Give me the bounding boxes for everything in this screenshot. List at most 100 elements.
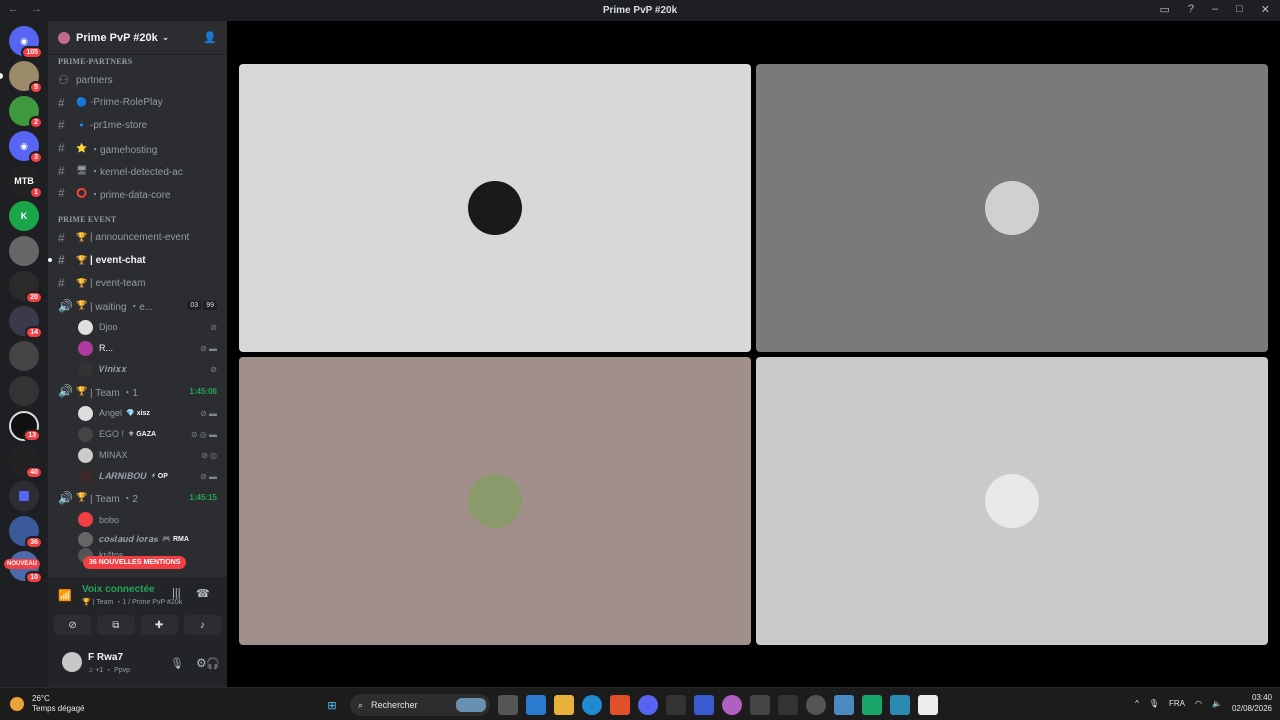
new-mentions-pill[interactable]: 36 NOUVELLES MENTIONS: [83, 556, 187, 569]
server-icon[interactable]: 13: [9, 411, 41, 442]
voice-channel-team1[interactable]: 🔊 🏆 | Team ・1 1:45:06: [48, 380, 227, 403]
window-controls: ▭ ? – □ ✕: [1159, 3, 1270, 16]
brave-icon[interactable]: [610, 695, 630, 715]
participant-tile[interactable]: [756, 357, 1268, 645]
muted-icon: ⊘ ▬: [200, 343, 217, 353]
task-view-icon[interactable]: [498, 695, 518, 715]
user-name[interactable]: F Rwa7: [88, 652, 123, 663]
app-icon[interactable]: [750, 695, 770, 715]
app-icon[interactable]: [890, 695, 910, 715]
copilot-icon[interactable]: [526, 695, 546, 715]
participant-tile[interactable]: [239, 357, 751, 645]
voice-channel-waiting[interactable]: 🔊 🏆 | waiting ・e... 03 99: [48, 294, 227, 317]
voice-user[interactable]: 𝑳𝑨𝑹𝑵𝑰𝑩𝑶𝑼 ⚡ OP ⊘ ▬: [48, 466, 227, 487]
avatar[interactable]: [62, 652, 82, 672]
server-icon[interactable]: [9, 376, 39, 406]
screen-share-button[interactable]: ⧉: [97, 615, 135, 635]
channel-kernel[interactable]: # 🖥 ・kernel-detected-ac: [48, 159, 227, 182]
soundboard-button[interactable]: ♪: [183, 615, 221, 635]
voice-user[interactable]: Angel 💎 xisz ⊘ ▬: [48, 403, 227, 424]
folder-icon[interactable]: [9, 481, 39, 511]
channel-data-core[interactable]: # ⭕ ・prime-data-core: [48, 182, 227, 205]
new-pill[interactable]: NOUVEAU: [4, 559, 41, 569]
maximize-button[interactable]: □: [1236, 3, 1243, 16]
channel-gamehosting[interactable]: # ⭐ ・gamehosting: [48, 137, 227, 160]
voice-user[interactable]: bobo: [48, 509, 227, 530]
server-icon[interactable]: 14: [9, 306, 43, 339]
participant-tile[interactable]: [756, 64, 1268, 352]
voice-user[interactable]: MINAX ⊘ ◎: [48, 445, 227, 466]
voice-user[interactable]: 𝒄𝒐𝒔𝒕𝒂𝒖𝒅 𝒍𝒐𝒓𝒂𝒔 🎮 RMA: [48, 530, 227, 548]
server-icon[interactable]: 40: [9, 446, 43, 479]
channel-timer: 1:45:06: [189, 386, 217, 396]
forum-icon: ⚇: [58, 73, 69, 88]
voice-user[interactable]: R... ⊘ ▬: [48, 338, 227, 359]
category-partners[interactable]: PRIME-PARTNERS: [48, 55, 227, 69]
voice-user[interactable]: Djoo ⊘: [48, 317, 227, 338]
activities-button[interactable]: ✚: [140, 615, 178, 635]
app-icon[interactable]: [918, 695, 938, 715]
channel-event-team[interactable]: # 🏆 | event-team: [48, 272, 227, 295]
app-icon[interactable]: [806, 695, 826, 715]
avatar: [468, 181, 522, 235]
server-icon[interactable]: 36: [9, 516, 43, 549]
start-icon[interactable]: ⊞: [322, 695, 342, 715]
app-icon[interactable]: [666, 695, 686, 715]
wifi-icon[interactable]: ◠: [1195, 699, 1202, 708]
headphones-icon[interactable]: 🎧: [206, 657, 220, 670]
app-icon[interactable]: [862, 695, 882, 715]
signal-icon[interactable]: 📶: [58, 589, 72, 602]
edge-icon[interactable]: [582, 695, 602, 715]
channel-label: | Team ・2: [90, 494, 138, 506]
language-indicator[interactable]: FRA: [1169, 699, 1185, 708]
muted-icon: ⊘: [210, 322, 217, 332]
participant-tile[interactable]: [239, 64, 751, 352]
user-name: MINAX: [99, 450, 128, 461]
home-button[interactable]: ◉ 105: [9, 26, 43, 59]
server-icon[interactable]: K: [9, 201, 39, 231]
camera-off-button[interactable]: ⊘: [54, 615, 92, 635]
badge: 10: [25, 571, 43, 584]
user-name: 𝑽𝒊𝒏𝒊𝒙𝒙: [99, 363, 127, 374]
close-button[interactable]: ✕: [1261, 3, 1270, 16]
voice-user[interactable]: 𝑽𝒊𝒏𝒊𝒙𝒙 ⊘: [48, 359, 227, 380]
server-icon[interactable]: MTB 1: [9, 166, 43, 199]
channel-event-chat[interactable]: # 🏆 | event-chat: [48, 249, 227, 272]
noise-suppression-icon[interactable]: |||: [172, 587, 181, 599]
app-icon[interactable]: [778, 695, 798, 715]
channel-store[interactable]: # 🔹 -pr1me-store: [48, 114, 227, 137]
server-icon[interactable]: [9, 341, 39, 371]
discord-app-icon[interactable]: [638, 695, 658, 715]
server-icon[interactable]: 2: [9, 96, 43, 129]
server-header[interactable]: Prime PvP #20k ⌄ 👤: [48, 21, 227, 55]
server-icon[interactable]: [9, 236, 39, 266]
search-box[interactable]: ⌕ Rechercher: [350, 694, 490, 716]
weather-widget[interactable]: 26°C Temps dégagé: [10, 694, 84, 714]
microphone-tray-icon[interactable]: 🎙: [1149, 699, 1159, 708]
server-icon[interactable]: 5: [0, 61, 43, 94]
minimize-button[interactable]: –: [1212, 3, 1218, 16]
voice-user[interactable]: EGO ! ⚜ GAZA ⊘ ◎ ▬: [48, 424, 227, 445]
channel-announcement-event[interactable]: # 🏆 | announcement-event: [48, 227, 227, 250]
file-explorer-icon[interactable]: [554, 695, 574, 715]
app-icon[interactable]: [834, 695, 854, 715]
disconnect-icon[interactable]: ☎: [196, 587, 210, 600]
settings-gear-icon[interactable]: ⚙: [196, 656, 207, 670]
inbox-icon[interactable]: ▭: [1159, 3, 1169, 16]
volume-icon[interactable]: 🔈: [1212, 699, 1222, 708]
spotify-icon[interactable]: [722, 695, 742, 715]
help-icon[interactable]: ?: [1188, 3, 1194, 16]
microphone-icon[interactable]: 🎙: [170, 657, 184, 670]
voice-channel-team2[interactable]: 🔊 🏆 | Team ・2 1:45:15: [48, 487, 227, 510]
voice-channel-path[interactable]: 🏆 | Team ・1 / Prime PvP #20k: [82, 597, 182, 607]
discord-icon[interactable]: ◉ 3: [9, 131, 43, 164]
app-icon[interactable]: [694, 695, 714, 715]
category-event[interactable]: PRIME EVENT: [48, 213, 227, 227]
chevron-up-icon[interactable]: ^: [1135, 699, 1139, 708]
clock[interactable]: 03:40 02/08/2026: [1232, 692, 1272, 714]
invite-icon[interactable]: 👤: [203, 31, 217, 44]
channel-roleplay[interactable]: # 🔵 -Prime-RolePlay: [48, 92, 227, 115]
server-icon[interactable]: 20: [9, 271, 43, 304]
voice-status[interactable]: Voix connectée: [82, 584, 155, 595]
channel-partners[interactable]: ⚇ partners: [48, 69, 227, 92]
